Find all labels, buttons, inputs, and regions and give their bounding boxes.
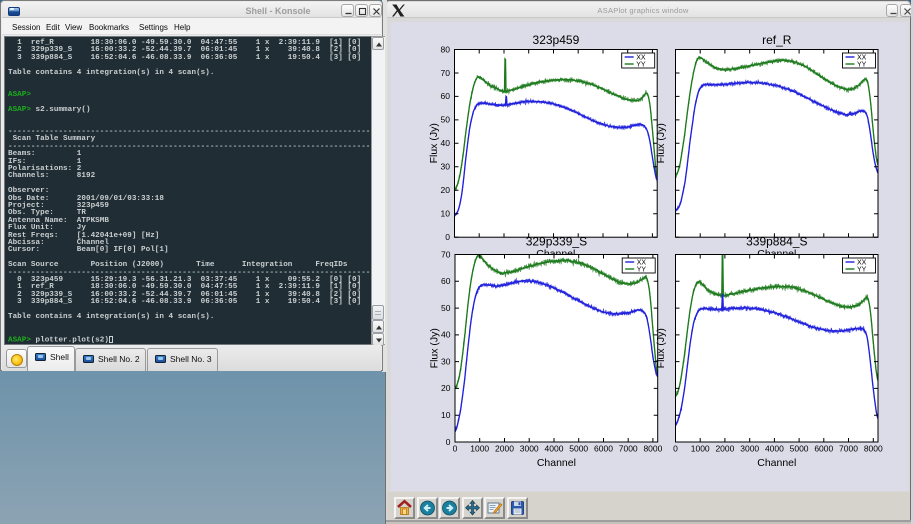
svg-text:Flux (Jy): Flux (Jy) bbox=[655, 123, 667, 163]
svg-text:XX: XX bbox=[857, 55, 867, 62]
svg-text:3000: 3000 bbox=[740, 444, 759, 454]
svg-text:20: 20 bbox=[441, 185, 451, 195]
svg-text:329p339_S: 329p339_S bbox=[526, 235, 587, 249]
svg-text:XX: XX bbox=[636, 55, 646, 62]
svg-text:80: 80 bbox=[441, 44, 451, 54]
svg-text:0: 0 bbox=[453, 444, 458, 454]
svg-text:4000: 4000 bbox=[765, 444, 784, 454]
svg-text:0: 0 bbox=[673, 444, 678, 454]
svg-text:7000: 7000 bbox=[839, 444, 858, 454]
svg-text:Channel: Channel bbox=[757, 457, 796, 469]
svg-text:60: 60 bbox=[441, 91, 451, 101]
svg-text:20: 20 bbox=[441, 383, 451, 393]
svg-text:30: 30 bbox=[441, 162, 451, 172]
svg-text:YY: YY bbox=[857, 267, 867, 274]
svg-text:Channel: Channel bbox=[537, 457, 576, 469]
svg-text:40: 40 bbox=[441, 330, 451, 340]
svg-text:YY: YY bbox=[637, 267, 647, 274]
svg-text:7000: 7000 bbox=[619, 444, 638, 454]
svg-text:0: 0 bbox=[446, 437, 451, 447]
svg-text:6000: 6000 bbox=[594, 444, 613, 454]
svg-text:1000: 1000 bbox=[470, 444, 489, 454]
svg-text:5000: 5000 bbox=[569, 444, 588, 454]
svg-text:70: 70 bbox=[441, 68, 451, 78]
svg-text:ref_R: ref_R bbox=[762, 33, 792, 47]
svg-text:8000: 8000 bbox=[643, 444, 662, 454]
svg-text:50: 50 bbox=[441, 303, 451, 313]
svg-text:4000: 4000 bbox=[545, 444, 564, 454]
svg-text:339p884_S: 339p884_S bbox=[746, 235, 807, 249]
svg-text:8000: 8000 bbox=[864, 444, 883, 454]
svg-text:XX: XX bbox=[857, 260, 867, 267]
svg-text:10: 10 bbox=[441, 209, 451, 219]
svg-text:0: 0 bbox=[445, 232, 450, 242]
svg-text:70: 70 bbox=[441, 249, 451, 259]
svg-text:2000: 2000 bbox=[715, 444, 734, 454]
svg-text:YY: YY bbox=[857, 62, 867, 69]
svg-text:60: 60 bbox=[441, 276, 451, 286]
svg-text:XX: XX bbox=[637, 260, 647, 267]
svg-text:323p459: 323p459 bbox=[533, 33, 580, 47]
svg-text:1000: 1000 bbox=[691, 444, 710, 454]
svg-text:10: 10 bbox=[441, 410, 451, 420]
svg-text:5000: 5000 bbox=[790, 444, 809, 454]
svg-text:40: 40 bbox=[441, 138, 451, 148]
svg-text:50: 50 bbox=[441, 115, 451, 125]
svg-text:3000: 3000 bbox=[520, 444, 539, 454]
svg-text:Flux (Jy): Flux (Jy) bbox=[428, 123, 440, 163]
svg-text:Flux (Jy): Flux (Jy) bbox=[429, 328, 441, 368]
svg-text:Flux (Jy): Flux (Jy) bbox=[655, 328, 667, 368]
svg-text:6000: 6000 bbox=[814, 444, 833, 454]
svg-text:YY: YY bbox=[636, 62, 646, 69]
svg-text:30: 30 bbox=[441, 356, 451, 366]
svg-text:2000: 2000 bbox=[495, 444, 514, 454]
